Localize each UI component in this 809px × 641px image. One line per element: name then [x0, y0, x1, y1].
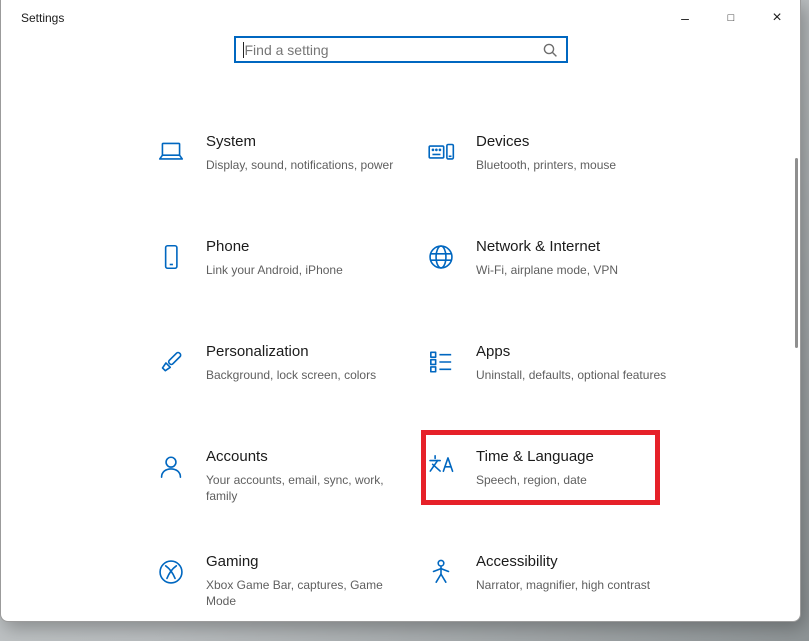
- paintbrush-icon: [156, 342, 206, 439]
- category-subtitle: Background, lock screen, colors: [206, 367, 398, 384]
- window-controls: – □ ×: [662, 0, 800, 36]
- title-bar[interactable]: Settings – □ ×: [1, 0, 800, 36]
- close-button[interactable]: ×: [754, 0, 800, 36]
- system-icon: [156, 132, 206, 229]
- category-title: Personalization: [206, 342, 398, 362]
- category-subtitle: Xbox Game Bar, captures, Game Mode: [206, 577, 398, 611]
- category-title: Gaming: [206, 552, 398, 572]
- category-gaming[interactable]: Gaming Xbox Game Bar, captures, Game Mod…: [156, 544, 426, 622]
- category-subtitle: Bluetooth, printers, mouse: [476, 157, 668, 174]
- phone-icon: [156, 237, 206, 334]
- category-subtitle: Narrator, magnifier, high contrast: [476, 577, 668, 594]
- scrollbar-thumb[interactable]: [795, 158, 798, 348]
- language-characters-icon: [426, 447, 476, 544]
- minimize-button[interactable]: –: [662, 0, 708, 36]
- category-time-language[interactable]: Time & Language Speech, region, date: [426, 439, 696, 544]
- devices-icon: [426, 132, 476, 229]
- category-subtitle: Uninstall, defaults, optional features: [476, 367, 668, 384]
- person-icon: [156, 447, 206, 544]
- category-title: Phone: [206, 237, 398, 257]
- category-devices[interactable]: Devices Bluetooth, printers, mouse: [426, 124, 696, 229]
- search-box[interactable]: [234, 36, 568, 63]
- accessibility-person-icon: [426, 552, 476, 622]
- search-input[interactable]: [245, 42, 542, 58]
- category-system[interactable]: System Display, sound, notifications, po…: [156, 124, 426, 229]
- category-network[interactable]: Network & Internet Wi-Fi, airplane mode,…: [426, 229, 696, 334]
- category-phone[interactable]: Phone Link your Android, iPhone: [156, 229, 426, 334]
- category-subtitle: Link your Android, iPhone: [206, 262, 398, 279]
- network-globe-icon: [426, 237, 476, 334]
- apps-list-icon: [426, 342, 476, 439]
- category-title: System: [206, 132, 398, 152]
- settings-window: Settings – □ × S: [0, 0, 801, 622]
- category-subtitle: Display, sound, notifications, power: [206, 157, 398, 174]
- text-caret: [243, 42, 244, 58]
- maximize-button[interactable]: □: [708, 0, 754, 36]
- categories-grid: System Display, sound, notifications, po…: [156, 124, 696, 622]
- category-apps[interactable]: Apps Uninstall, defaults, optional featu…: [426, 334, 696, 439]
- category-title: Devices: [476, 132, 668, 152]
- xbox-icon: [156, 552, 206, 622]
- category-title: Apps: [476, 342, 668, 362]
- category-subtitle: Speech, region, date: [476, 472, 668, 489]
- scrollbar[interactable]: [794, 36, 799, 622]
- search-icon: [542, 42, 558, 58]
- category-title: Accessibility: [476, 552, 668, 572]
- search-row: [1, 36, 800, 63]
- category-personalization[interactable]: Personalization Background, lock screen,…: [156, 334, 426, 439]
- category-accounts[interactable]: Accounts Your accounts, email, sync, wor…: [156, 439, 426, 544]
- category-subtitle: Wi-Fi, airplane mode, VPN: [476, 262, 668, 279]
- category-accessibility[interactable]: Accessibility Narrator, magnifier, high …: [426, 544, 696, 622]
- category-title: Network & Internet: [476, 237, 668, 257]
- category-title: Accounts: [206, 447, 398, 467]
- category-title: Time & Language: [476, 447, 668, 467]
- category-subtitle: Your accounts, email, sync, work, family: [206, 472, 398, 506]
- window-title: Settings: [21, 11, 64, 25]
